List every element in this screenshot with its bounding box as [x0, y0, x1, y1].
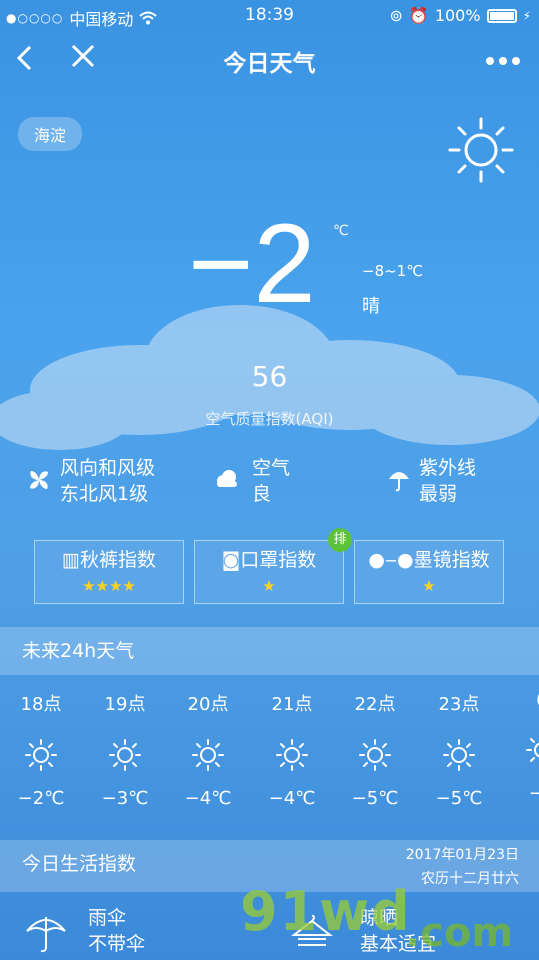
wind-value: 东北风1级 [60, 483, 149, 505]
hour-label: 22点 [354, 694, 396, 715]
hour-temperature: −2℃ [17, 788, 65, 809]
hour-label: 23点 [438, 694, 480, 715]
sun-icon [429, 738, 489, 774]
hour-temperature: −5℃ [351, 788, 399, 809]
air-value: 良 [252, 483, 272, 505]
pants-icon: ▥ [62, 549, 80, 571]
index-card-mask[interactable]: ◙口罩指数 ★ [194, 540, 344, 604]
index-stars: ★★★★ [82, 577, 136, 595]
charging-icon: ⚡ [522, 8, 531, 23]
hourly-item: 21点 −4℃ [262, 690, 322, 809]
aqi-label: 空气质量指数(AQI) [205, 410, 334, 428]
index-stars: ★ [422, 577, 436, 595]
sun-icon [11, 738, 71, 774]
umbrella-icon [389, 472, 409, 492]
weather-condition: 晴 [362, 296, 380, 317]
location-badge[interactable]: 海淀 [18, 117, 83, 151]
nav-bar: 今日天气 [0, 30, 539, 90]
hour-label: 19点 [104, 694, 146, 715]
forecast-header: 未来24h天气 [0, 627, 539, 675]
rotation-lock-icon: ⊚ [389, 6, 403, 25]
wind-info: 风向和风级 东北风1级 [26, 455, 155, 507]
date-info: 2017年01月23日 农历十二月廿六 [406, 843, 519, 891]
sunglasses-icon: ●‒● [368, 549, 414, 571]
sun-icon [178, 738, 238, 774]
hour-temperature: −5℃ [435, 788, 483, 809]
hour-label: 0 [512, 690, 539, 711]
hourly-item: 22点 −5℃ [345, 690, 405, 809]
fan-icon [30, 471, 48, 489]
hour-temperature: −4℃ [184, 788, 232, 809]
sun-icon [345, 738, 405, 774]
temperature-unit: ℃ [333, 223, 349, 239]
hourly-item: 19点 −3℃ [95, 690, 155, 809]
solar-date: 2017年01月23日 [405, 847, 519, 863]
hourly-item: 23点 −5℃ [429, 690, 489, 809]
uv-info: 紫外线 最弱 [387, 455, 476, 507]
more-icon[interactable] [485, 40, 521, 73]
life-value: 不带伞 [88, 933, 146, 955]
cloud-icon [217, 470, 237, 487]
hour-temperature: −5 [528, 783, 539, 804]
hour-label: 20点 [187, 694, 229, 715]
sun-icon [448, 117, 514, 183]
hourly-item: 18点 −2℃ [11, 690, 71, 809]
status-bar: ●○○○○ 中国移动 18:39 ⊚ ⏰ 100% ⚡ [0, 0, 539, 30]
hour-label: 18点 [20, 694, 62, 715]
index-label: 秋裤指数 [79, 549, 156, 571]
life-title: 雨伞 [88, 907, 127, 929]
air-title: 空气 [252, 457, 291, 479]
current-temperature: −2 [188, 201, 316, 326]
hour-label: 21点 [271, 694, 313, 715]
index-card-pants[interactable]: ▥秋裤指数 ★★★★ [34, 540, 184, 604]
temperature-range: −8~1℃ [362, 262, 424, 280]
index-label: 墨镜指数 [413, 549, 490, 571]
uv-title: 紫外线 [419, 457, 477, 479]
hour-temperature: −4℃ [268, 788, 316, 809]
battery-icon [486, 8, 517, 23]
sun-icon [262, 738, 322, 774]
mask-icon: ◙ [221, 549, 241, 571]
watermark-logo: 91wd [240, 880, 412, 943]
rank-badge[interactable]: 排 [328, 528, 352, 552]
sun-icon [95, 738, 155, 774]
wind-title: 风向和风级 [60, 457, 156, 479]
battery-percent: 100% [434, 6, 481, 25]
hourly-item: 0 −5 [512, 690, 539, 804]
umbrella-icon [26, 917, 66, 953]
index-label: 口罩指数 [240, 549, 317, 571]
air-info: 空气 良 [214, 455, 290, 507]
uv-value: 最弱 [419, 483, 458, 505]
index-card-sunglasses[interactable]: ●‒●墨镜指数 ★ [354, 540, 504, 604]
alarm-icon: ⏰ [408, 6, 429, 25]
sun-icon [512, 733, 539, 769]
page-title: 今日天气 [223, 51, 316, 77]
watermark-suffix: .com [405, 910, 514, 956]
lunar-date: 农历十二月廿六 [421, 871, 519, 887]
aqi-value: 56 [251, 360, 288, 393]
life-item-umbrella[interactable]: 雨伞 不带伞 [24, 905, 145, 957]
hour-temperature: −3℃ [101, 788, 149, 809]
hourly-item: 20点 −4℃ [178, 690, 238, 809]
index-stars: ★ [262, 577, 276, 595]
